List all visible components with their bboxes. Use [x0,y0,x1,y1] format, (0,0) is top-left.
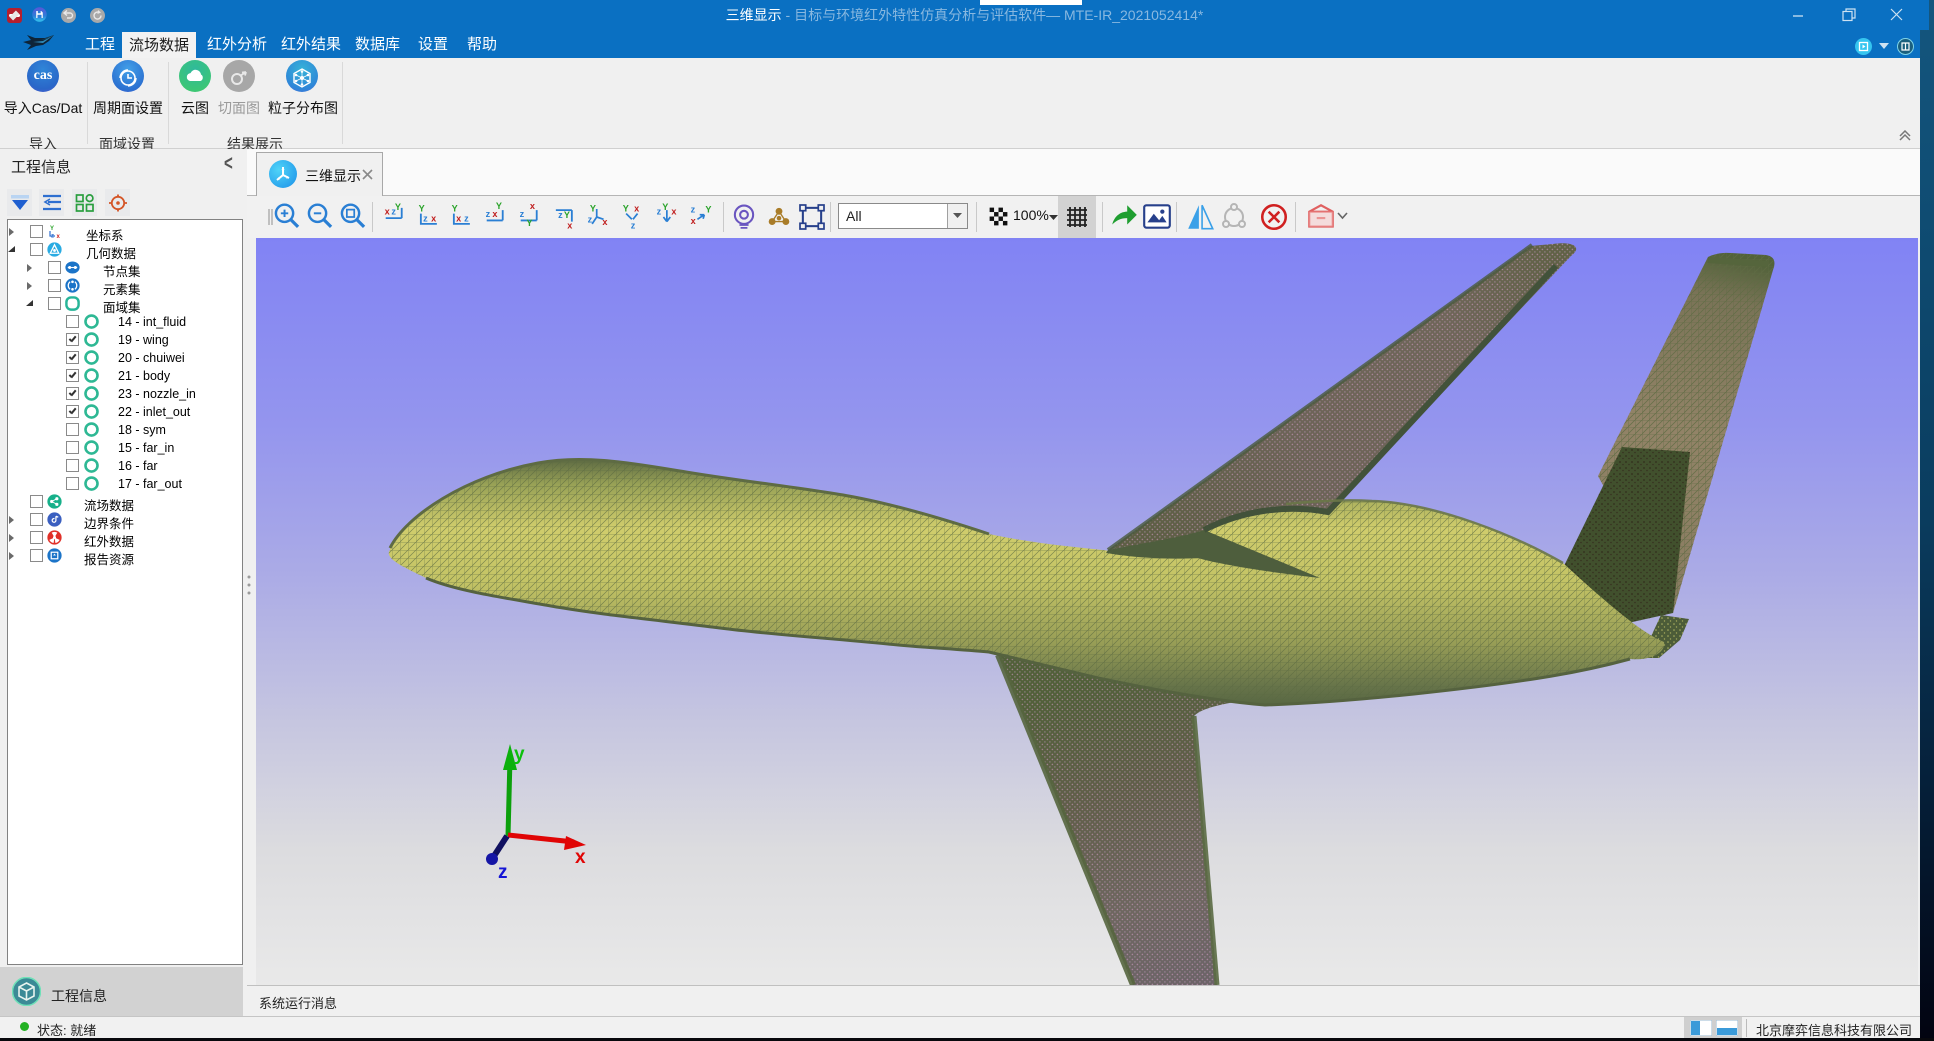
svg-text:Y: Y [50,226,54,232]
svg-text:x: x [634,203,640,213]
svg-text:z: z [498,862,508,883]
svg-text:x: x [567,220,573,230]
svg-text:Y: Y [496,201,502,211]
svg-text:Y: Y [564,210,570,220]
svg-text:x: x [602,217,608,227]
svg-text:z: z [51,234,54,240]
svg-text:x: x [385,207,391,217]
svg-text:Y: Y [419,203,425,213]
svg-text:z: z [486,209,491,219]
svg-text:Y: Y [526,218,532,228]
svg-text:Y: Y [395,202,401,212]
svg-text:Y: Y [623,203,629,213]
svg-text:z: z [657,207,662,217]
svg-text:x: x [57,234,61,239]
svg-text:z: z [423,214,428,224]
svg-text:Y: Y [705,204,711,214]
svg-text:z: z [558,210,563,220]
svg-text:x: x [671,207,677,217]
svg-text:z: z [691,204,696,214]
svg-text:y: y [514,744,525,765]
svg-text:Y: Y [590,203,596,213]
svg-text:x: x [691,216,697,226]
svg-text:z: z [588,215,593,225]
svg-text:x: x [431,214,437,224]
svg-text:z: z [520,209,525,219]
svg-text:Y: Y [452,203,458,213]
svg-text:z: z [631,220,636,230]
svg-text:x: x [530,201,536,211]
svg-text:x: x [456,214,462,224]
svg-text:z: z [464,214,469,224]
svg-text:Y: Y [662,202,668,212]
svg-text:x: x [575,847,586,868]
